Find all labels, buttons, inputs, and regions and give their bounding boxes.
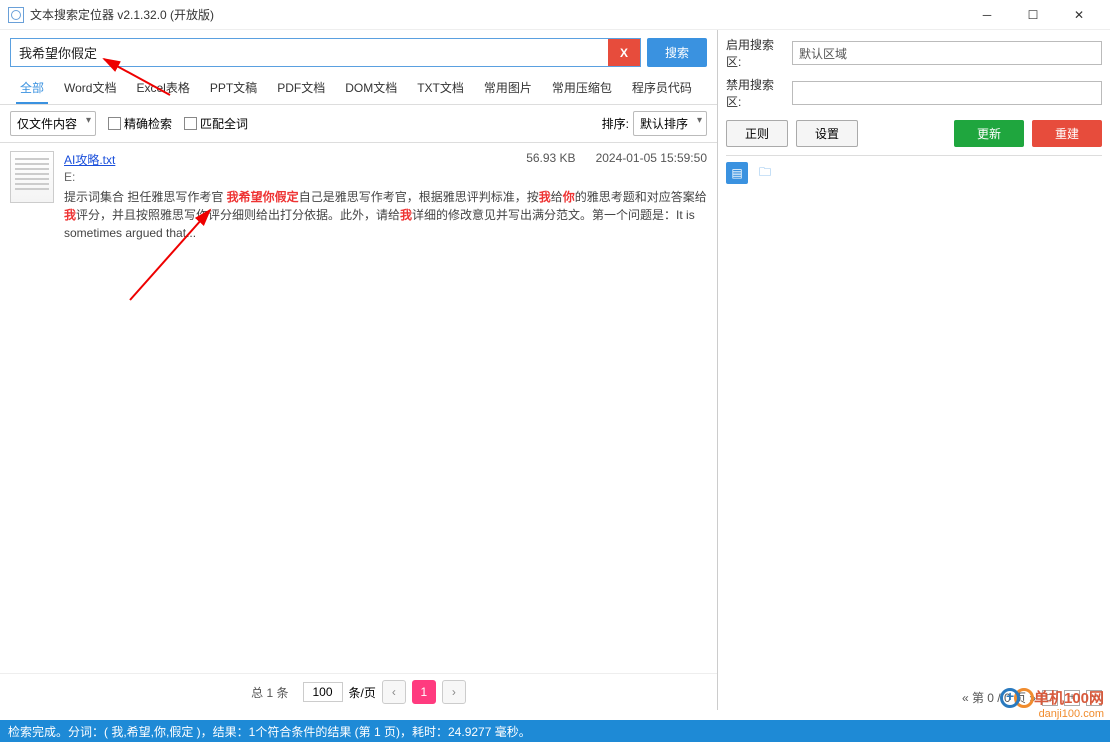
whole-word-label: 匹配全词 (200, 115, 248, 132)
preview-zoom-fit-icon[interactable]: ◻ (1042, 690, 1058, 706)
search-button[interactable]: 搜索 (647, 38, 707, 67)
preview-zoom-out-icon[interactable]: − (1086, 690, 1102, 706)
preview-pane (726, 184, 1102, 685)
preview-page-indicator: « 第 0 / 0 页 » (962, 689, 1036, 706)
preview-zoom-in-icon[interactable]: + (1064, 690, 1080, 706)
maximize-button[interactable]: ☐ (1010, 0, 1056, 30)
enable-zone-label: 启用搜索区: (726, 36, 788, 70)
disable-zone-label: 禁用搜索区: (726, 76, 788, 110)
sort-select[interactable]: 默认排序 (633, 111, 707, 136)
tab-excel[interactable]: Excel表格 (126, 73, 199, 104)
clear-search-button[interactable]: X (608, 39, 640, 66)
rebuild-button[interactable]: 重建 (1032, 120, 1102, 147)
pager-total: 总 1 条 (251, 684, 288, 701)
document-icon (10, 151, 54, 203)
enable-zone-row: 启用搜索区: (726, 36, 1102, 70)
result-snippet: 提示词集合 担任雅思写作考官 我希望你假定自己是雅思写作考官，根据雅思评判标准，… (64, 188, 707, 242)
settings-button[interactable]: 设置 (796, 120, 858, 147)
preview-mode-file-icon[interactable]: 🗀 (754, 162, 776, 184)
statusbar: 检索完成。分词：( 我,希望,你,假定 )，结果：1个符合条件的结果 (第 1 … (0, 720, 1110, 742)
tab-pdf[interactable]: PDF文档 (267, 73, 335, 104)
preview-mode-text-icon[interactable]: ▤ (726, 162, 748, 184)
highlight: 我希望你假定 (227, 190, 299, 204)
result-head: AI攻略.txt 56.93 KB 2024-01-05 15:59:50 (64, 151, 707, 168)
minimize-button[interactable]: ─ (964, 0, 1010, 30)
tab-code[interactable]: 程序员代码 (622, 73, 702, 104)
left-panel: X 搜索 全部 Word文档 Excel表格 PPT文稿 PDF文档 DOM文档… (0, 30, 718, 710)
result-size: 56.93 KB (526, 151, 575, 168)
filter-row: 仅文件内容 精确检索 匹配全词 排序: 默认排序 (0, 105, 717, 143)
whole-word-checkbox[interactable]: 匹配全词 (184, 115, 248, 132)
exact-search-label: 精确检索 (124, 115, 172, 132)
page-size-input[interactable] (303, 682, 343, 702)
sort-label: 排序: (602, 115, 629, 132)
result-drive: E: (64, 170, 707, 184)
right-panel: 启用搜索区: 禁用搜索区: 正则 设置 更新 重建 ▤ 🗀 « 第 0 / 0 … (718, 30, 1110, 710)
tab-word[interactable]: Word文档 (54, 73, 126, 104)
result-item[interactable]: AI攻略.txt 56.93 KB 2024-01-05 15:59:50 E:… (0, 143, 717, 250)
titlebar: 文本搜索定位器 v2.1.32.0 (开放版) ─ ☐ ✕ (0, 0, 1110, 30)
window-controls: ─ ☐ ✕ (964, 0, 1102, 30)
window-title: 文本搜索定位器 v2.1.32.0 (开放版) (30, 6, 214, 23)
tab-image[interactable]: 常用图片 (474, 73, 542, 104)
close-button[interactable]: ✕ (1056, 0, 1102, 30)
enable-zone-input[interactable] (792, 41, 1102, 65)
next-page-button[interactable]: › (442, 680, 466, 704)
sort-control: 排序: 默认排序 (602, 111, 707, 136)
prev-page-button[interactable]: ‹ (382, 680, 406, 704)
page-1-button[interactable]: 1 (412, 680, 436, 704)
results-list: AI攻略.txt 56.93 KB 2024-01-05 15:59:50 E:… (0, 143, 717, 673)
preview-footer: « 第 0 / 0 页 » ◻ + − (726, 685, 1102, 710)
main-area: X 搜索 全部 Word文档 Excel表格 PPT文稿 PDF文档 DOM文档… (0, 30, 1110, 710)
tab-all[interactable]: 全部 (10, 73, 54, 104)
right-buttons: 正则 设置 更新 重建 (726, 120, 1102, 147)
result-meta: 56.93 KB 2024-01-05 15:59:50 (526, 151, 707, 168)
result-body: AI攻略.txt 56.93 KB 2024-01-05 15:59:50 E:… (64, 151, 707, 242)
tab-txt[interactable]: TXT文档 (407, 73, 474, 104)
pager: 总 1 条 条/页 ‹ 1 › (0, 673, 717, 710)
page-size-unit: 条/页 (349, 684, 376, 701)
search-box: X (10, 38, 641, 67)
exact-search-checkbox[interactable]: 精确检索 (108, 115, 172, 132)
disable-zone-input[interactable] (792, 81, 1102, 105)
search-row: X 搜索 (0, 30, 717, 67)
scope-select[interactable]: 仅文件内容 (10, 111, 96, 136)
search-input[interactable] (11, 39, 608, 66)
tab-ppt[interactable]: PPT文稿 (200, 73, 267, 104)
tab-archive[interactable]: 常用压缩包 (542, 73, 622, 104)
status-text: 检索完成。分词：( 我,希望,你,假定 )，结果：1个符合条件的结果 (第 1 … (8, 723, 531, 740)
result-date: 2024-01-05 15:59:50 (596, 151, 707, 168)
app-icon (8, 7, 24, 23)
preview-toolbar: ▤ 🗀 (726, 155, 1102, 184)
update-button[interactable]: 更新 (954, 120, 1024, 147)
disable-zone-row: 禁用搜索区: (726, 76, 1102, 110)
filter-tabs: 全部 Word文档 Excel表格 PPT文稿 PDF文档 DOM文档 TXT文… (0, 67, 717, 105)
regex-button[interactable]: 正则 (726, 120, 788, 147)
result-filename-link[interactable]: AI攻略.txt (64, 151, 115, 168)
tab-dom[interactable]: DOM文档 (335, 73, 407, 104)
